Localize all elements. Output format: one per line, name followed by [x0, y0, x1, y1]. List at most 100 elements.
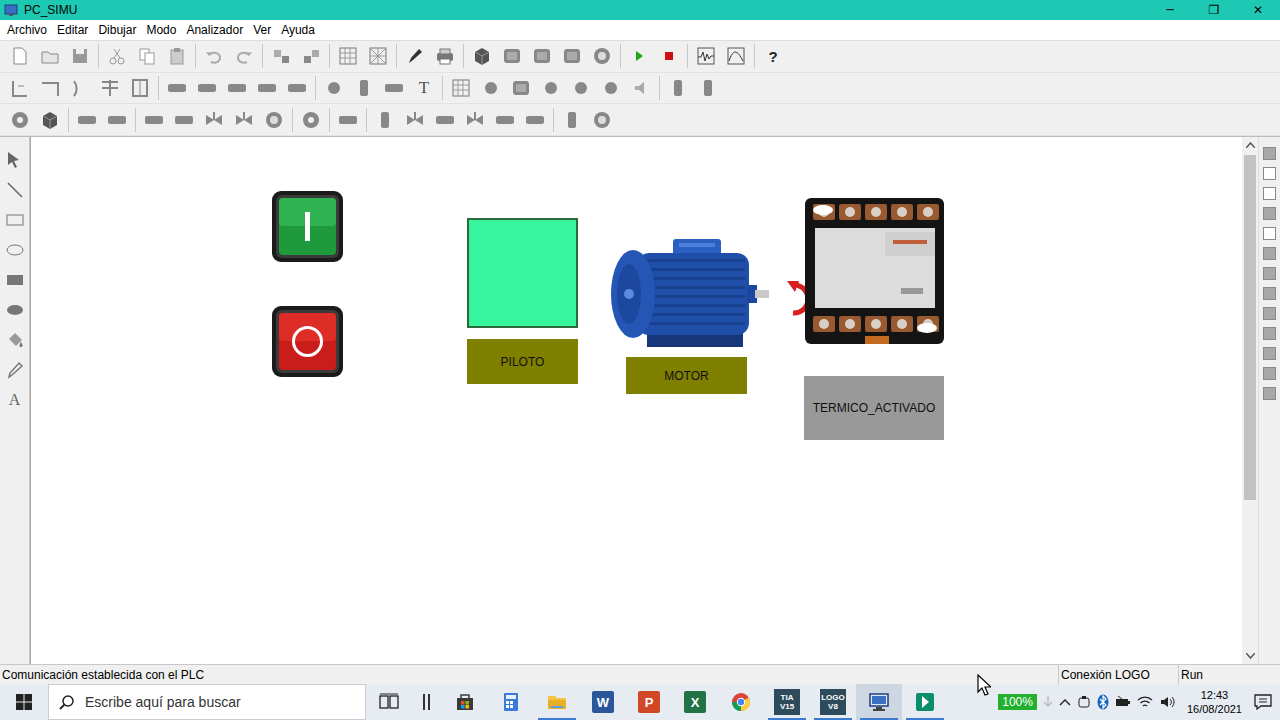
drawing-canvas[interactable]: PILOTOMOTORTERMICO_ACTIVADO	[30, 137, 1242, 664]
toolbar-button[interactable]	[162, 74, 192, 102]
chevron-down-icon[interactable]	[1246, 653, 1255, 659]
toolbar-button[interactable]	[349, 74, 379, 102]
battery-icon[interactable]	[1115, 695, 1131, 709]
palette-button[interactable]	[1263, 187, 1276, 200]
toolbar-button[interactable]	[467, 42, 497, 70]
toolbar-button[interactable]	[65, 74, 95, 102]
toolbar-button[interactable]	[527, 42, 557, 70]
toolbar-button[interactable]	[587, 42, 617, 70]
toolbar-button[interactable]	[333, 42, 363, 70]
dot-icon[interactable]	[600, 77, 622, 99]
undo-icon[interactable]	[203, 45, 225, 67]
scroll-thumb[interactable]	[1244, 155, 1256, 500]
start-button[interactable]	[271, 190, 344, 263]
search-box[interactable]: Escribe aquí para buscar	[48, 684, 366, 720]
taskbar-app[interactable]	[718, 684, 764, 720]
app-icon-text[interactable]: LOGO	[821, 693, 845, 702]
palette-button[interactable]	[1263, 387, 1276, 400]
toolbar-button[interactable]	[460, 106, 490, 134]
calc-icon[interactable]	[500, 691, 522, 713]
pen-icon[interactable]	[404, 45, 426, 67]
taskbar-app[interactable]	[902, 684, 948, 720]
arrow-icon[interactable]	[4, 149, 26, 171]
toolbar-button[interactable]	[102, 106, 132, 134]
toolbar-button[interactable]	[102, 42, 132, 70]
toolbar-button[interactable]	[35, 42, 65, 70]
arc-icon[interactable]	[69, 77, 91, 99]
palette-button[interactable]	[1263, 307, 1276, 320]
palette-button[interactable]	[1263, 367, 1276, 380]
toolbar-button[interactable]	[333, 106, 363, 134]
toolbar-button[interactable]	[490, 106, 520, 134]
wifi-icon[interactable]	[1137, 695, 1153, 709]
wide-icon[interactable]	[286, 77, 308, 99]
scroll-up-button[interactable]	[1246, 137, 1255, 153]
doc-icon[interactable]	[9, 45, 31, 67]
device-icon[interactable]	[1077, 695, 1091, 709]
toolbar-button[interactable]	[520, 106, 550, 134]
filled-rectangle-icon[interactable]	[4, 269, 26, 291]
wide-icon[interactable]	[173, 109, 195, 131]
help-icon[interactable]: ?	[768, 48, 777, 65]
toolbar-button[interactable]	[370, 106, 400, 134]
toolbar-button[interactable]	[296, 42, 326, 70]
toolbar-button[interactable]	[139, 106, 169, 134]
circ-icon[interactable]	[591, 109, 613, 131]
taskbar-app[interactable]	[856, 684, 902, 720]
menu-item[interactable]: Dibujar	[93, 23, 141, 37]
toolbar-button[interactable]	[162, 42, 192, 70]
chrome-icon[interactable]	[730, 691, 752, 713]
toolbar-button[interactable]	[132, 42, 162, 70]
wide-icon[interactable]	[337, 109, 359, 131]
battery-indicator[interactable]: 100%	[998, 694, 1037, 710]
restore-button[interactable]: ❐	[1192, 0, 1236, 20]
toolbar-button[interactable]	[252, 74, 282, 102]
menu-item[interactable]: Editar	[52, 23, 93, 37]
app-icon[interactable]: P	[638, 691, 660, 713]
valve-icon[interactable]	[203, 109, 225, 131]
taskbar-app[interactable]: W	[580, 684, 626, 720]
wide-icon[interactable]	[524, 109, 546, 131]
chart2-icon[interactable]	[725, 45, 747, 67]
scroll-down-button[interactable]	[1246, 648, 1255, 664]
toolbar-button[interactable]	[35, 106, 65, 134]
download-icon[interactable]	[1043, 695, 1053, 709]
tool-button[interactable]	[2, 175, 28, 205]
app-icon[interactable]: W	[592, 691, 614, 713]
dot-icon[interactable]	[480, 77, 502, 99]
cube-icon[interactable]	[39, 109, 61, 131]
menu-item[interactable]: Archivo	[2, 23, 52, 37]
ellipse-icon[interactable]	[4, 239, 26, 261]
toolbar-button[interactable]	[430, 106, 460, 134]
toolbar-button[interactable]	[557, 106, 587, 134]
app-icon-text[interactable]: TIA	[781, 693, 794, 702]
close-button[interactable]: ✕	[1236, 0, 1280, 20]
toolbar-button[interactable]	[506, 74, 536, 102]
toolbar-button[interactable]	[319, 74, 349, 102]
dot-icon[interactable]	[570, 77, 592, 99]
taskbar-app[interactable]	[442, 684, 488, 720]
toolbar-button[interactable]	[497, 42, 527, 70]
copy-icon[interactable]	[136, 45, 158, 67]
toolbar-button[interactable]	[557, 42, 587, 70]
taskview-icon[interactable]	[378, 691, 400, 713]
store-icon[interactable]	[454, 691, 476, 713]
toolbar-button[interactable]	[199, 42, 229, 70]
toolbar-button[interactable]	[222, 74, 252, 102]
folder-icon[interactable]	[546, 691, 568, 713]
line-icon[interactable]	[4, 179, 26, 201]
blk-icon[interactable]	[561, 45, 583, 67]
grid-icon[interactable]	[337, 45, 359, 67]
tool-button[interactable]	[2, 355, 28, 385]
toolbar-button[interactable]	[5, 106, 35, 134]
toolbar-button[interactable]	[296, 106, 326, 134]
pencil-icon[interactable]	[4, 359, 26, 381]
toolbar-button[interactable]: T	[409, 74, 439, 102]
paste-icon[interactable]	[166, 45, 188, 67]
clock-time[interactable]: 12:43	[1201, 688, 1229, 702]
palette-button[interactable]	[1263, 287, 1276, 300]
circ-icon[interactable]	[263, 109, 285, 131]
toolbar-button[interactable]: ?	[758, 42, 788, 70]
disk-icon[interactable]	[69, 45, 91, 67]
wide-icon[interactable]	[256, 77, 278, 99]
